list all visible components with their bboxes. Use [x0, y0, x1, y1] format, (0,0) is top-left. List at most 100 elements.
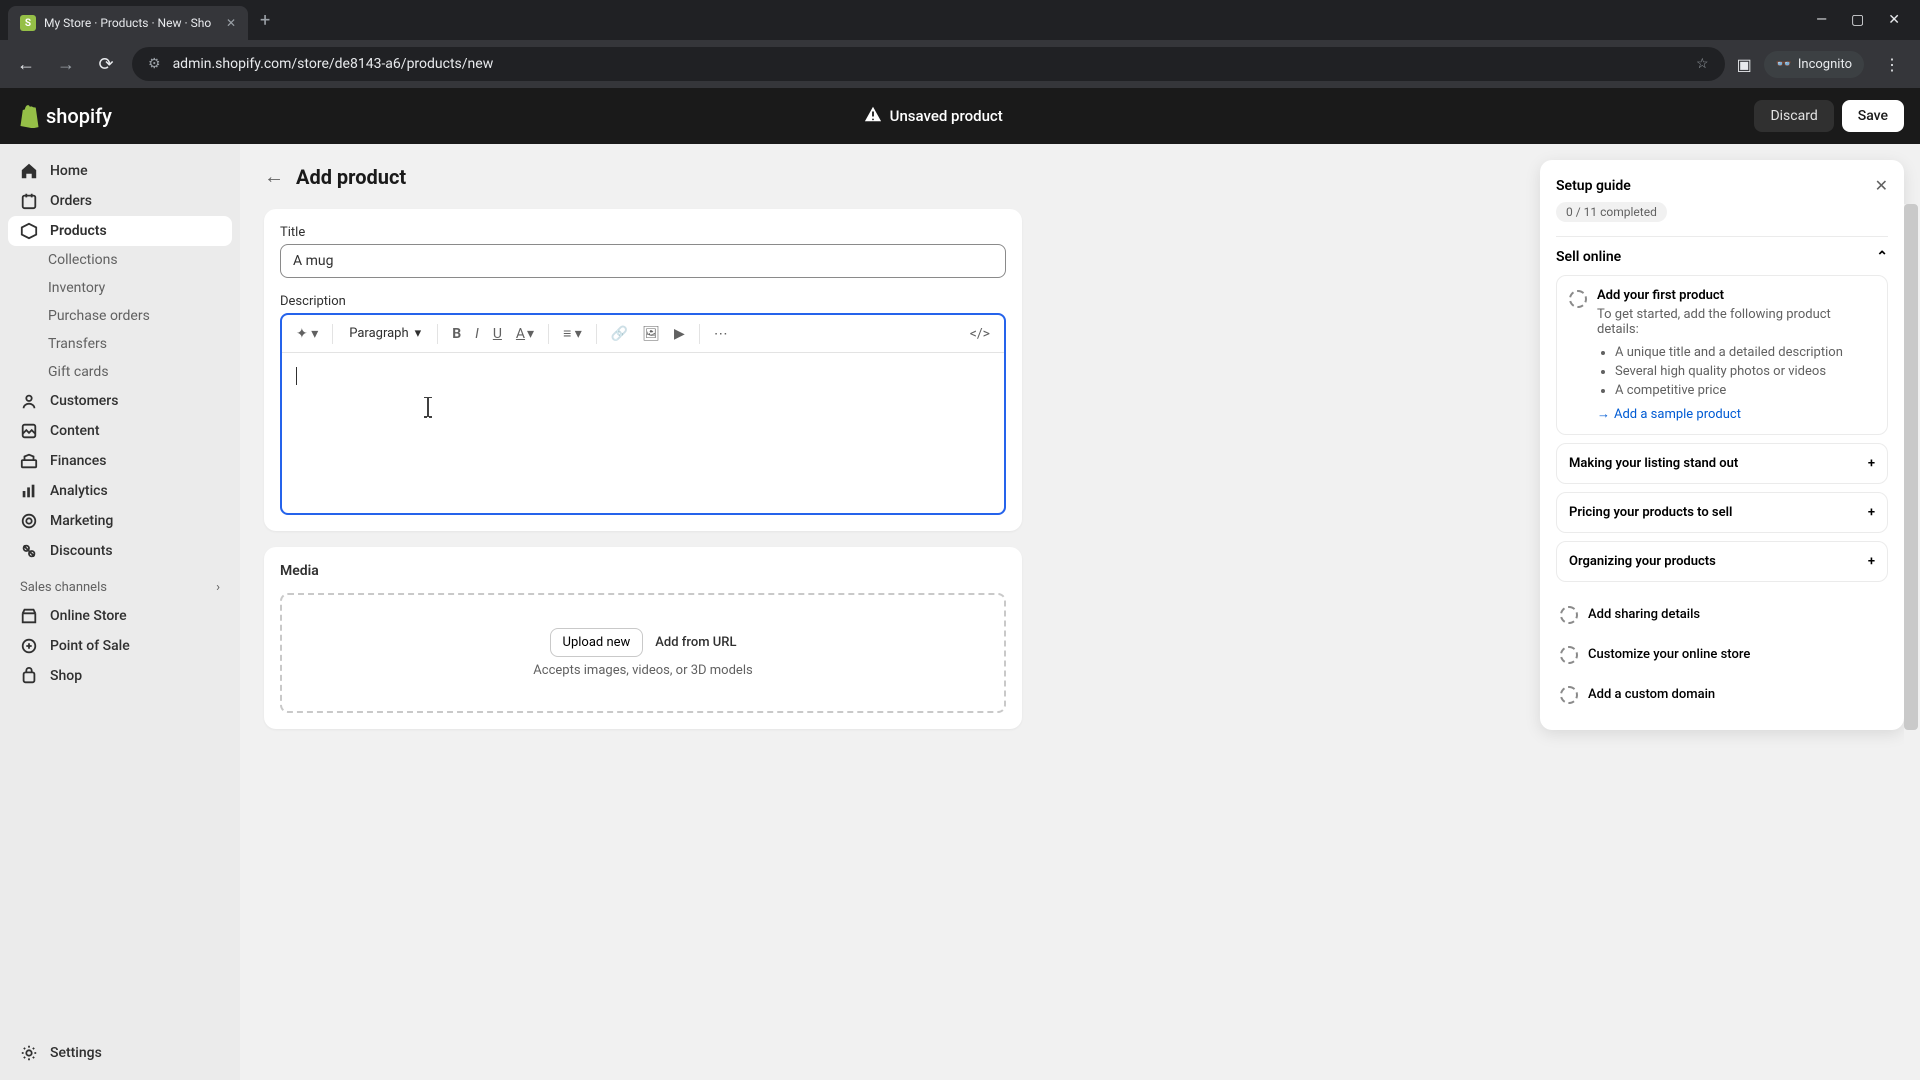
title-label: Title: [280, 225, 1006, 240]
discard-button[interactable]: Discard: [1754, 100, 1833, 132]
video-icon[interactable]: ▶: [668, 322, 691, 346]
sidebar-item-label: Purchase orders: [48, 308, 150, 324]
title-input[interactable]: [280, 244, 1006, 278]
description-textarea[interactable]: [282, 353, 1004, 513]
address-bar[interactable]: ⚙ admin.shopify.com/store/de8143-a6/prod…: [132, 47, 1725, 81]
task-pricing[interactable]: Pricing your products to sell +: [1556, 492, 1888, 533]
unsaved-label: Unsaved product: [890, 107, 1003, 125]
forward-icon[interactable]: →: [52, 54, 80, 75]
shopify-logo[interactable]: shopify: [16, 104, 112, 128]
finances-icon: [20, 452, 38, 470]
sidebar-item-collections[interactable]: Collections: [8, 246, 232, 274]
sidebar-item-label: Home: [50, 163, 88, 179]
sidebar-item-products[interactable]: Products: [8, 216, 232, 246]
product-details-card: Title Description ✦ ▾ Paragraph ▾ B I U …: [264, 209, 1022, 531]
sidebar-item-shop[interactable]: Shop: [8, 661, 232, 691]
sidebar-item-purchase-orders[interactable]: Purchase orders: [8, 302, 232, 330]
task-sharing-details[interactable]: Add sharing details: [1556, 594, 1888, 634]
sidebar-item-settings[interactable]: Settings: [8, 1038, 232, 1068]
orders-icon: [20, 192, 38, 210]
task-status-icon: [1560, 686, 1578, 704]
task-organizing[interactable]: Organizing your products +: [1556, 541, 1888, 582]
italic-icon[interactable]: I: [469, 322, 485, 346]
sidebar-item-label: Shop: [50, 668, 82, 684]
products-icon: [20, 222, 38, 240]
content-icon: [20, 422, 38, 440]
sidebar-item-customers[interactable]: Customers: [8, 386, 232, 416]
task-custom-domain[interactable]: Add a custom domain: [1556, 674, 1888, 714]
setup-guide-title: Setup guide: [1556, 178, 1631, 194]
incognito-icon: 👓: [1776, 57, 1792, 72]
sidebar-item-analytics[interactable]: Analytics: [8, 476, 232, 506]
code-view-icon[interactable]: </>: [964, 322, 996, 346]
sidebar-item-transfers[interactable]: Transfers: [8, 330, 232, 358]
image-icon[interactable]: 🖼: [636, 322, 666, 346]
browser-menu-icon[interactable]: ⋮: [1876, 55, 1908, 74]
link-icon[interactable]: 🔗: [605, 322, 634, 346]
setup-section-label: Sell online: [1556, 249, 1621, 265]
sidebar-item-discounts[interactable]: Discounts: [8, 536, 232, 566]
back-icon[interactable]: ←: [12, 54, 40, 75]
reload-icon[interactable]: ⟳: [92, 54, 120, 75]
task-listing-stand-out[interactable]: Making your listing stand out +: [1556, 443, 1888, 484]
browser-tab[interactable]: My Store · Products · New · Sho ✕: [8, 6, 248, 40]
sidebar-item-pos[interactable]: Point of Sale: [8, 631, 232, 661]
sidebar-item-gift-cards[interactable]: Gift cards: [8, 358, 232, 386]
task-label: Add sharing details: [1588, 607, 1700, 622]
plus-icon: +: [1868, 505, 1875, 520]
chevron-right-icon[interactable]: ›: [216, 580, 220, 595]
task-status-icon: [1560, 606, 1578, 624]
scrollbar[interactable]: [1904, 204, 1918, 1080]
site-settings-icon[interactable]: ⚙: [148, 56, 161, 72]
save-button[interactable]: Save: [1842, 100, 1904, 132]
close-icon[interactable]: ✕: [1875, 176, 1888, 195]
sidebar-item-label: Inventory: [48, 280, 105, 296]
home-icon: [20, 162, 38, 180]
task-label: Customize your online store: [1588, 647, 1750, 662]
shopify-favicon-icon: [20, 15, 36, 31]
setup-section-sell-online[interactable]: Sell online ⌃: [1556, 249, 1888, 265]
underline-icon[interactable]: U: [487, 322, 508, 346]
shopify-bag-icon: [16, 104, 40, 128]
bold-icon[interactable]: B: [446, 322, 467, 346]
back-arrow-icon[interactable]: ←: [264, 164, 284, 189]
bookmark-star-icon[interactable]: ☆: [1696, 56, 1709, 72]
close-window-icon[interactable]: ✕: [1888, 12, 1900, 28]
maximize-icon[interactable]: ▢: [1851, 12, 1864, 28]
sidebar-item-online-store[interactable]: Online Store: [8, 601, 232, 631]
unsaved-banner: Unsaved product: [112, 105, 1754, 127]
add-from-url-button[interactable]: Add from URL: [655, 635, 736, 650]
more-icon[interactable]: ⋯: [708, 322, 734, 346]
text-color-icon[interactable]: A ▾: [510, 322, 540, 346]
ai-sparkle-icon[interactable]: ✦ ▾: [290, 322, 324, 346]
sidebar-item-finances[interactable]: Finances: [8, 446, 232, 476]
description-editor: ✦ ▾ Paragraph ▾ B I U A ▾ ≡ ▾ 🔗 🖼 ▶: [280, 313, 1006, 515]
sidebar-item-label: Collections: [48, 252, 118, 268]
description-label: Description: [280, 294, 1006, 309]
sidebar-item-content[interactable]: Content: [8, 416, 232, 446]
sidebar-item-orders[interactable]: Orders: [8, 186, 232, 216]
extensions-icon[interactable]: ▣: [1737, 55, 1752, 74]
sidebar-item-marketing[interactable]: Marketing: [8, 506, 232, 536]
sidebar-section-sales-channels: Sales channels ›: [8, 566, 232, 601]
plus-icon: +: [1868, 554, 1875, 569]
tab-title: My Store · Products · New · Sho: [44, 16, 218, 30]
gear-icon: [20, 1044, 38, 1062]
sidebar-item-inventory[interactable]: Inventory: [8, 274, 232, 302]
incognito-badge[interactable]: 👓 Incognito: [1764, 51, 1864, 78]
sidebar-item-label: Point of Sale: [50, 638, 130, 654]
upload-new-button[interactable]: Upload new: [550, 628, 644, 657]
new-tab-button[interactable]: +: [260, 10, 270, 31]
task-add-first-product[interactable]: Add your first product To get started, a…: [1556, 275, 1888, 435]
sidebar-item-home[interactable]: Home: [8, 156, 232, 186]
minimize-icon[interactable]: —: [1816, 12, 1827, 28]
scrollbar-thumb[interactable]: [1904, 204, 1918, 730]
media-dropzone[interactable]: Upload new Add from URL Accepts images, …: [280, 593, 1006, 713]
tab-close-icon[interactable]: ✕: [226, 16, 236, 30]
task-status-icon: [1560, 646, 1578, 664]
add-sample-product-link[interactable]: → Add a sample product: [1597, 406, 1875, 422]
task-customize-store[interactable]: Customize your online store: [1556, 634, 1888, 674]
align-icon[interactable]: ≡ ▾: [557, 321, 588, 346]
paragraph-select[interactable]: Paragraph ▾: [341, 322, 429, 345]
shop-icon: [20, 667, 38, 685]
